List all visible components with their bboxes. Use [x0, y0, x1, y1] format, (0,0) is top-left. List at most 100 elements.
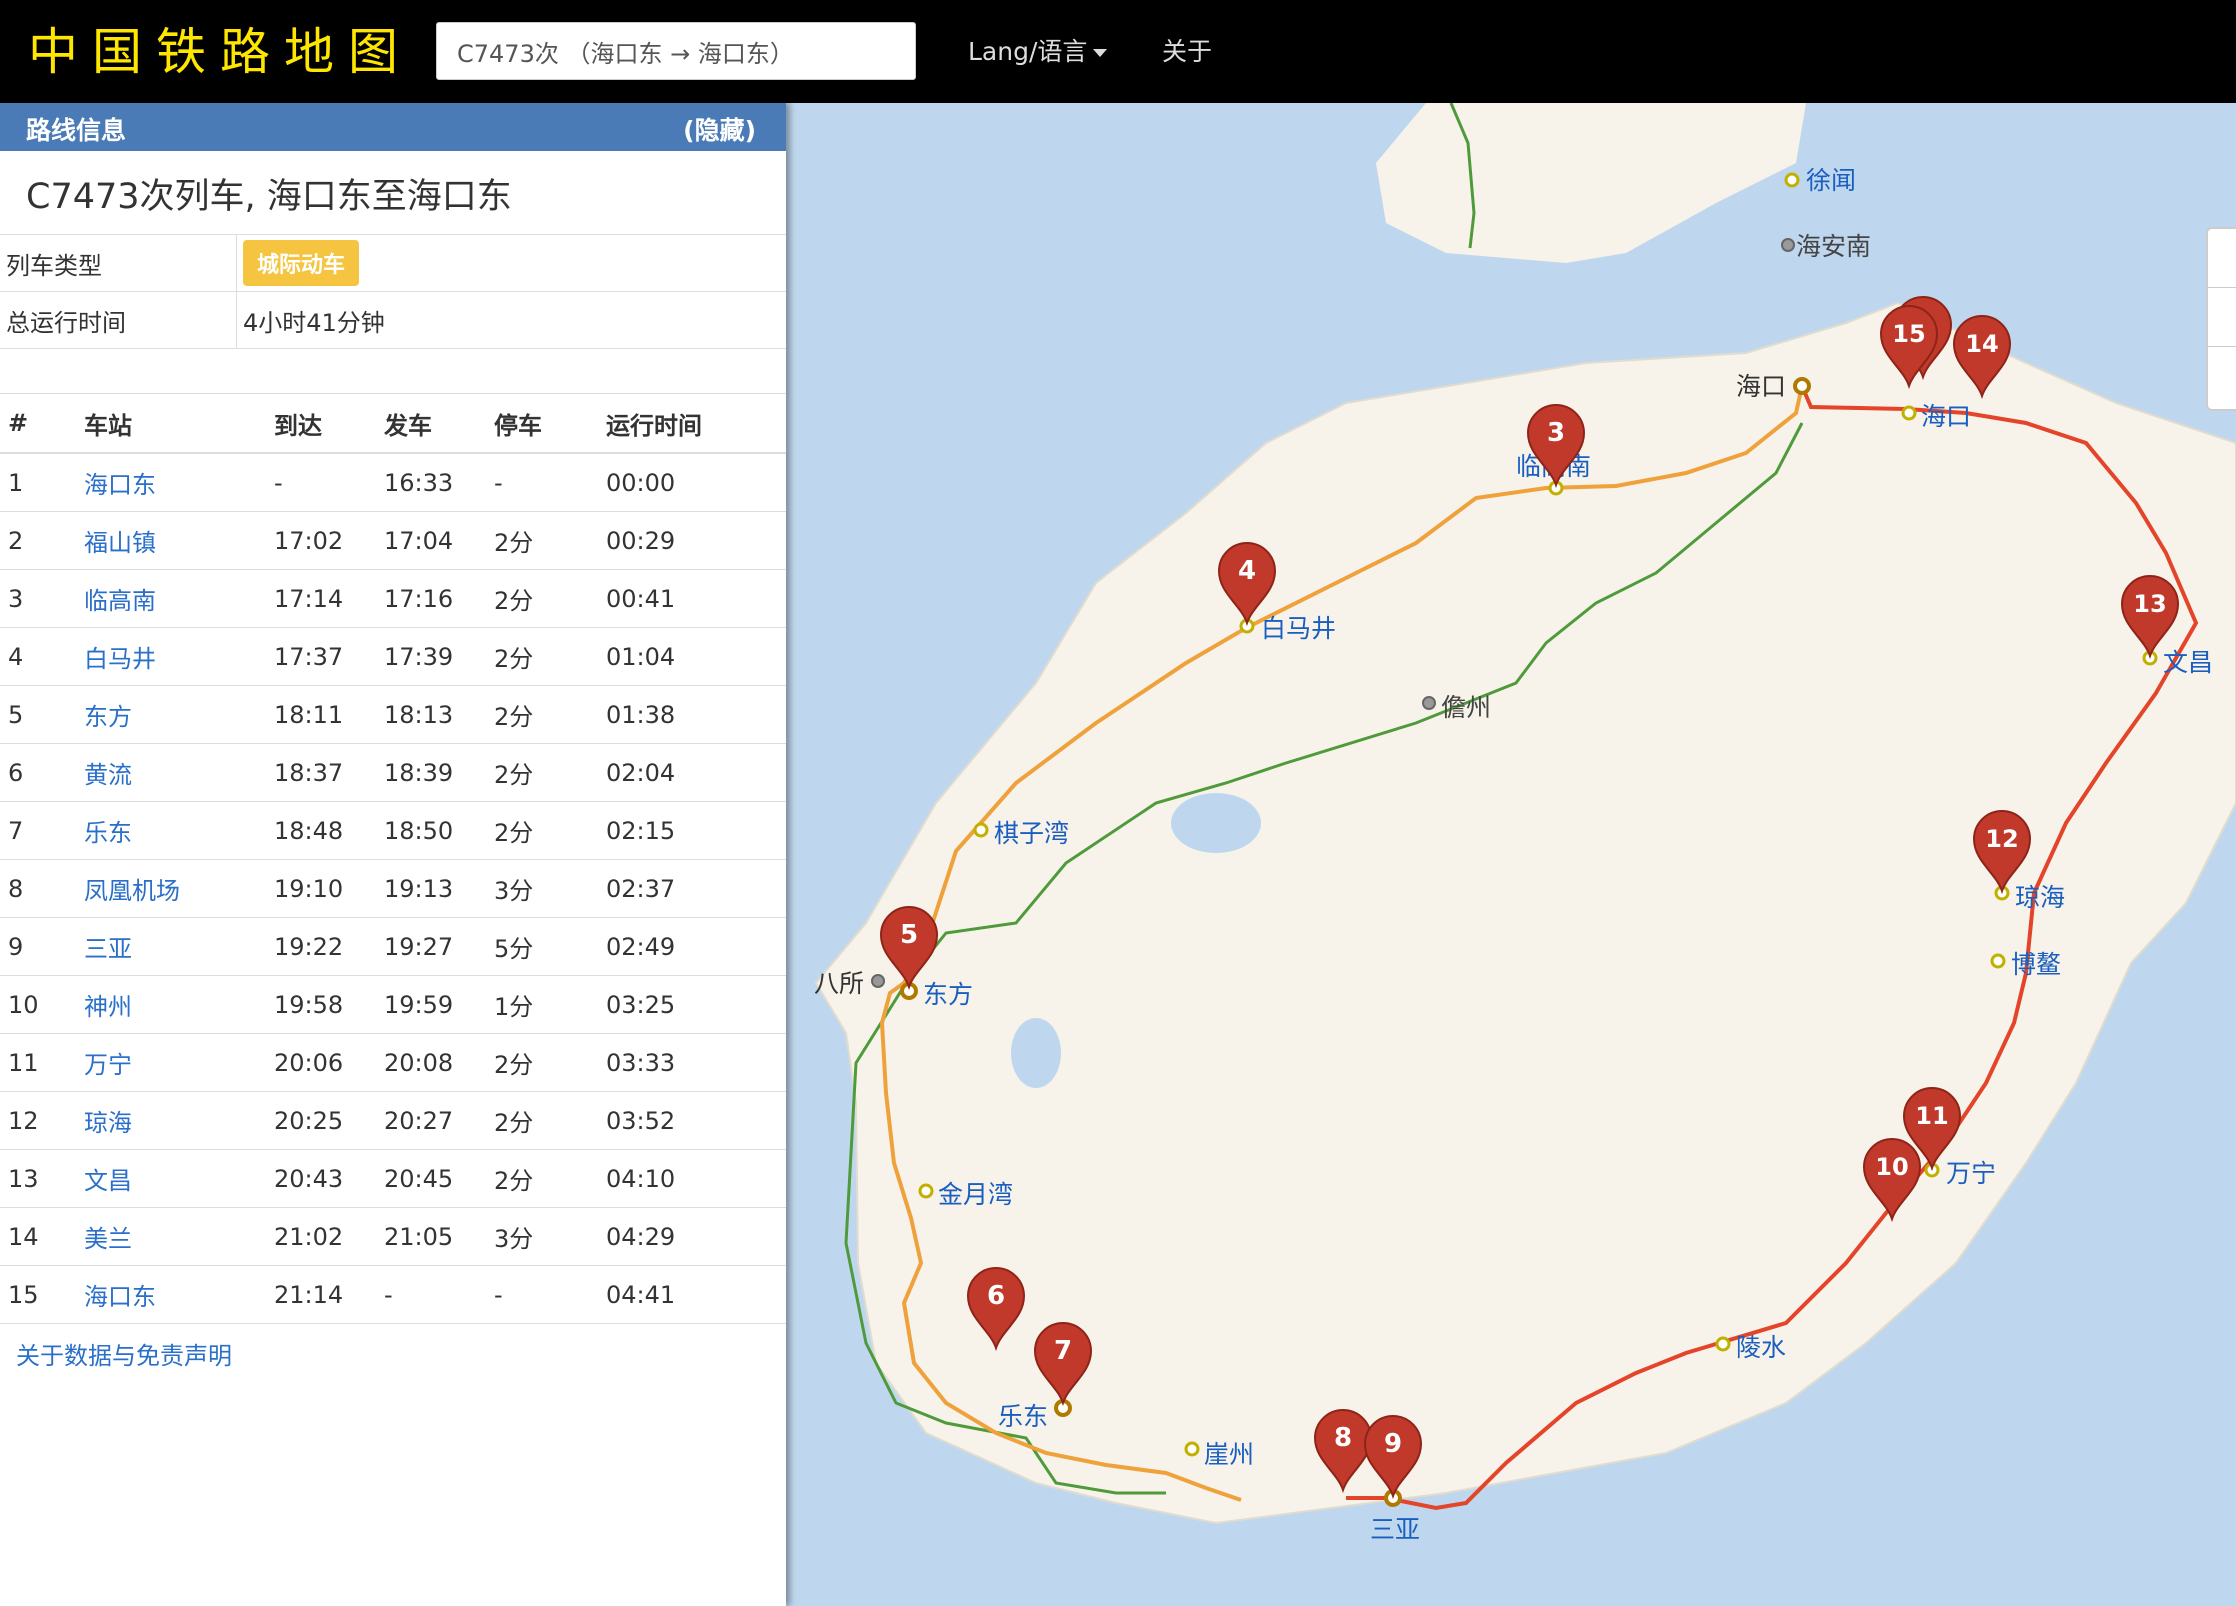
table-cell: 13	[0, 1149, 84, 1208]
table-row: 3 临高南 17:14 17:16 2分 00:41	[0, 569, 786, 628]
table-cell: 3分	[494, 1207, 606, 1266]
table-row: 14 美兰 21:02 21:05 3分 04:29	[0, 1207, 786, 1266]
table-cell: 17:04	[384, 511, 494, 570]
place-label: 海安南	[1796, 232, 1871, 261]
info-row-type: 列车类型 城际动车	[0, 234, 786, 292]
station-link[interactable]: 东方	[84, 685, 274, 744]
column-header: 运行时间	[606, 393, 786, 454]
station-dot[interactable]	[1784, 172, 1800, 188]
station-link[interactable]: 美兰	[84, 1207, 274, 1266]
marker-label: 4	[1238, 556, 1256, 586]
marker-label: 12	[1985, 825, 2018, 853]
table-row: 15 海口东 21:14- -04:41	[0, 1265, 786, 1324]
table-cell: 2分	[494, 1033, 606, 1092]
place-label: 金月湾	[938, 1180, 1013, 1209]
zoom-in-icon[interactable]	[2208, 229, 2236, 288]
marker-label: 14	[1965, 330, 1998, 358]
table-cell: 02:37	[606, 859, 786, 918]
map-view[interactable]: 徐闻 海安南 海口 海口 临高南 白马井 儋州 棋子湾 八所 东方 金月湾 乐东…	[786, 103, 2236, 1606]
station-link[interactable]: 福山镇	[84, 511, 274, 570]
table-cell: 2分	[494, 1149, 606, 1208]
map-canvas[interactable]: 徐闻 海安南 海口 海口 临高南 白马井 儋州 棋子湾 八所 东方 金月湾 乐东…	[786, 103, 2236, 1606]
table-row: 7 乐东 18:48 18:50 2分 02:15	[0, 801, 786, 860]
table-cell: 1分	[494, 975, 606, 1034]
table-row: 9 三亚 19:22 19:27 5分 02:49	[0, 917, 786, 976]
table-row: 4 白马井 17:37 17:39 2分 01:04	[0, 627, 786, 686]
table-row: 2 福山镇 17:02 17:04 2分 00:29	[0, 511, 786, 570]
table-cell: 9	[0, 917, 84, 976]
station-link[interactable]: 凤凰机场	[84, 859, 274, 918]
station-link[interactable]: 海口东	[84, 453, 274, 512]
station-link[interactable]: 万宁	[84, 1033, 274, 1092]
table-cell: 17:16	[384, 569, 494, 628]
layers-icon[interactable]	[2208, 347, 2236, 405]
station-link[interactable]: 海口东	[84, 1265, 274, 1324]
station-link[interactable]: 临高南	[84, 569, 274, 628]
place-label: 棋子湾	[994, 819, 1069, 848]
disclaimer-link[interactable]: 关于数据与免责声明	[16, 1336, 232, 1371]
station-link[interactable]: 琼海	[84, 1091, 274, 1150]
place-label: 东方	[923, 980, 973, 1009]
marker-label: 3	[1547, 418, 1565, 448]
column-header: 发车	[384, 393, 494, 454]
station-link[interactable]: 神州	[84, 975, 274, 1034]
station-link[interactable]: 白马井	[84, 627, 274, 686]
table-cell: 14	[0, 1207, 84, 1266]
place-label: 徐闻	[1806, 166, 1856, 195]
station-dot[interactable]	[973, 822, 989, 838]
table-cell: 3分	[494, 859, 606, 918]
station-dot[interactable]	[1990, 953, 2006, 969]
station-dot[interactable]	[871, 974, 885, 988]
table-cell: 2分	[494, 743, 606, 802]
table-cell: 02:49	[606, 917, 786, 976]
table-cell: 18:11	[274, 685, 384, 744]
table-cell: 01:38	[606, 685, 786, 744]
column-header: 停车	[494, 393, 606, 454]
table-cell: 00:41	[606, 569, 786, 628]
column-header: 到达	[274, 393, 384, 454]
station-dot[interactable]	[918, 1183, 934, 1199]
place-label: 文昌	[2163, 648, 2213, 677]
info-key: 列车类型	[0, 234, 237, 292]
panel-title: 路线信息	[26, 116, 127, 145]
table-row: 8 凤凰机场 19:10 19:13 3分 02:37	[0, 859, 786, 918]
table-cell: 2	[0, 511, 84, 570]
place-label: 海口	[1736, 372, 1786, 401]
station-link[interactable]: 乐东	[84, 801, 274, 860]
table-cell: 17:14	[274, 569, 384, 628]
about-link[interactable]: 关于	[1162, 30, 1212, 74]
marker-label: 13	[2133, 590, 2166, 618]
table-cell: 2分	[494, 801, 606, 860]
station-dot[interactable]	[1184, 1441, 1200, 1457]
marker-label: 5	[900, 920, 918, 950]
table-cell: 2分	[494, 511, 606, 570]
table-cell: 03:33	[606, 1033, 786, 1092]
site-brand[interactable]: 中国铁路地图	[28, 20, 412, 84]
hide-panel-button[interactable]: (隐藏)	[683, 111, 756, 147]
station-dot[interactable]	[1422, 696, 1436, 710]
table-cell: -	[384, 1265, 494, 1324]
table-cell: 18:37	[274, 743, 384, 802]
language-label: Lang/语言	[968, 37, 1088, 66]
table-cell: 12	[0, 1091, 84, 1150]
station-dot[interactable]	[1901, 405, 1917, 421]
train-title: C7473次列车, 海口东至海口东	[26, 177, 512, 217]
station-dot[interactable]	[1781, 238, 1795, 252]
place-label: 万宁	[1946, 1159, 1996, 1188]
table-cell: 02:04	[606, 743, 786, 802]
search-input[interactable]	[436, 22, 916, 80]
table-cell: 21:14	[274, 1265, 384, 1324]
station-link[interactable]: 三亚	[84, 917, 274, 976]
column-header: 车站	[84, 393, 274, 454]
station-link[interactable]: 文昌	[84, 1149, 274, 1208]
place-label: 三亚	[1370, 1515, 1420, 1544]
language-dropdown[interactable]: Lang/语言	[968, 30, 1108, 74]
table-cell: 6	[0, 743, 84, 802]
station-link[interactable]: 黄流	[84, 743, 274, 802]
place-label: 崖州	[1204, 1440, 1254, 1469]
table-cell: -	[274, 453, 384, 512]
zoom-out-icon[interactable]	[2208, 288, 2236, 347]
station-dot[interactable]	[1793, 377, 1811, 395]
station-dot[interactable]	[1715, 1336, 1731, 1352]
table-row: 6 黄流 18:37 18:39 2分 02:04	[0, 743, 786, 802]
